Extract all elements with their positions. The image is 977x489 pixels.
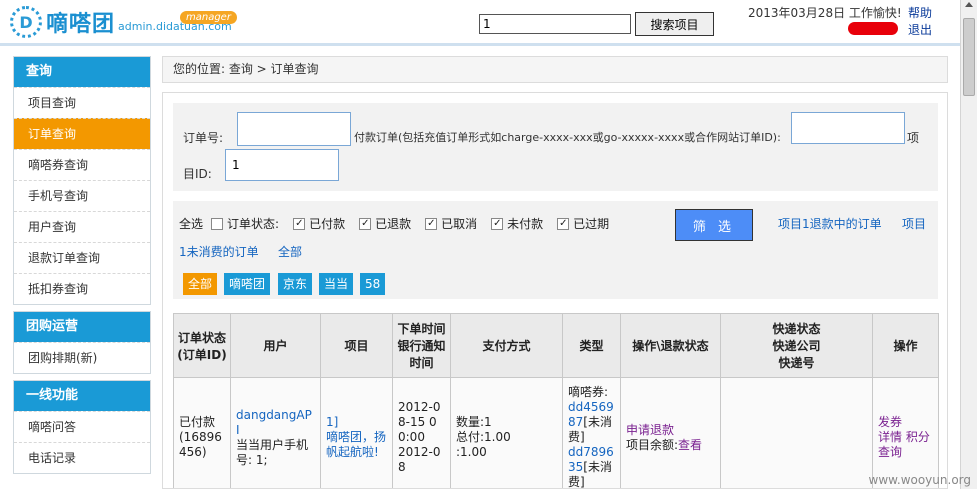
sidebar-item-coupon-query[interactable]: 嘀嗒券查询 [14, 149, 150, 180]
scroll-up-arrow-icon[interactable] [965, 2, 973, 7]
project-id-input[interactable] [225, 149, 339, 181]
sidebar-item-project-query[interactable]: 项目查询 [14, 87, 150, 118]
view-balance-link[interactable]: 查看 [678, 438, 702, 452]
col-user: 用户 [230, 313, 321, 378]
order-no-label: 订单号: [183, 131, 224, 145]
cell-refund: 申请退款 项目余额:查看 [620, 377, 721, 488]
balance-label: 项目余额: [626, 437, 679, 452]
issue-coupon-link[interactable]: 发券 [878, 415, 902, 429]
nav-heading-frontline: 一线功能 [14, 381, 150, 411]
cell-type: 嘀嗒券: dd456987[未消费] dd789635[未消费] [562, 377, 621, 488]
all-orders-link[interactable]: 全部 [278, 243, 302, 260]
col-type: 类型 [562, 313, 621, 378]
breadcrumb: 您的位置: 查询 > 订单查询 [162, 56, 948, 83]
nav-heading-operations: 团购运营 [14, 312, 150, 342]
header: D 嘀嗒团 admin.didatuan.com manager 搜索项目 20… [0, 0, 960, 46]
nav-group-frontline: 一线功能 嘀嗒问答 电话记录 [13, 380, 151, 474]
source-tab-all[interactable]: 全部 [183, 273, 218, 295]
col-time: 下单时间 银行通知 时间 [392, 313, 451, 378]
logout-link[interactable]: 退出 [908, 21, 932, 38]
project-link[interactable]: 项目 [902, 215, 926, 232]
logo[interactable]: D 嘀嗒团 [10, 6, 115, 38]
refunding-orders-link[interactable]: 项目1退款中的订单 [778, 215, 882, 232]
col-express: 快递状态 快递公司 快递号 [720, 313, 873, 378]
status-filter-box: 全选 订单状态: 已付款 已退款 已取消 未付款 已过期 筛 选 项目1退款中的… [173, 201, 938, 263]
col-order-status: 订单状态 (订单ID) [173, 313, 231, 378]
logo-name: 嘀嗒团 [46, 12, 116, 37]
table-header-row: 订单状态 (订单ID) 用户 项目 下单时间 银行通知 时间 支付方式 类型 操… [173, 313, 939, 378]
watermark: www.wooyun.org [868, 473, 971, 487]
cell-time: 2012-08-15 00:00 2012-08 [392, 377, 451, 488]
status-option-cancelled[interactable]: 已取消 [425, 215, 477, 232]
user-text: 当当用户手机号: 1; [236, 437, 309, 467]
sidebar-item-voucher-query[interactable]: 抵扣券查询 [14, 273, 150, 304]
checkbox-expired[interactable] [557, 217, 570, 230]
status-option-expired[interactable]: 已过期 [557, 215, 609, 232]
checkbox-unpaid[interactable] [491, 217, 504, 230]
sidebar-item-user-query[interactable]: 用户查询 [14, 211, 150, 242]
source-tab-58[interactable]: 58 [360, 273, 386, 295]
sidebar-item-call-log[interactable]: 电话记录 [14, 442, 150, 473]
table-row: 已付款 (16896456) dangdangAPI 当当用户手机号: 1; 1… [173, 377, 939, 488]
col-project: 项目 [320, 313, 393, 378]
scroll-thumb[interactable] [963, 18, 975, 96]
col-refund-status: 操作\退款状态 [620, 313, 721, 378]
sidebar-item-order-query[interactable]: 订单查询 [14, 118, 150, 149]
checkbox-refunded[interactable] [359, 217, 372, 230]
filter-button[interactable]: 筛 选 [675, 209, 753, 241]
order-no-input[interactable] [237, 112, 351, 146]
redacted-username [848, 22, 898, 35]
points-link[interactable]: 积分 [906, 430, 930, 444]
sidebar-item-qa[interactable]: 嘀嗒问答 [14, 411, 150, 442]
source-tabs: 全部 嘀嗒团 京东 当当 58 [173, 263, 938, 299]
details-link[interactable]: 详情 [878, 430, 902, 444]
cell-project: 1] 嘀嗒团，扬帆起航啦! [320, 377, 393, 488]
sidebar: 查询 项目查询 订单查询 嘀嗒券查询 手机号查询 用户查询 退款订单查询 抵扣券… [13, 56, 151, 480]
checkbox-cancelled[interactable] [425, 217, 438, 230]
project-title-link[interactable]: 1] 嘀嗒团，扬帆起航啦! [326, 415, 386, 459]
manager-badge: manager [180, 11, 237, 24]
date-greeting: 2013年03月28日 工作愉快! [748, 6, 902, 20]
project-label: 项 [907, 131, 920, 145]
col-operation: 操作 [872, 313, 939, 378]
source-tab-dangdang[interactable]: 当当 [319, 273, 354, 295]
search-project-button[interactable]: 搜索项目 [635, 12, 714, 36]
checkbox-paid[interactable] [293, 217, 306, 230]
orders-table: 订单状态 (订单ID) 用户 项目 下单时间 银行通知 时间 支付方式 类型 操… [173, 313, 939, 488]
col-payment: 支付方式 [450, 313, 563, 378]
help-link[interactable]: 帮助 [908, 4, 932, 21]
select-all-label[interactable]: 全选 [179, 215, 203, 232]
vertical-scrollbar[interactable] [960, 0, 977, 489]
nav-heading-query: 查询 [14, 57, 150, 87]
nav-group-operations: 团购运营 团购排期(新) [13, 311, 151, 374]
unconsumed-orders-link[interactable]: 1未消费的订单 [179, 243, 259, 260]
source-tab-didatuan[interactable]: 嘀嗒团 [224, 273, 271, 295]
checkbox-order-status[interactable] [211, 217, 224, 230]
status-option-paid[interactable]: 已付款 [293, 215, 345, 232]
project-id-label: 目ID: [183, 167, 212, 181]
logo-mark-icon: D [10, 6, 42, 38]
apply-refund-link[interactable]: 申请退款 [626, 423, 674, 437]
cell-status: 已付款 (16896456) [173, 377, 231, 488]
type-label: 嘀嗒券: [568, 385, 609, 399]
search-filter-box: 订单号: 付款订单(包括充值订单形式如charge-xxxx-xxx或go-xx… [173, 103, 938, 191]
user-link[interactable]: dangdangAPI [236, 408, 312, 437]
status-option-order[interactable]: 订单状态: [211, 215, 279, 232]
sidebar-item-refund-query[interactable]: 退款订单查询 [14, 242, 150, 273]
nav-group-query: 查询 项目查询 订单查询 嘀嗒券查询 手机号查询 用户查询 退款订单查询 抵扣券… [13, 56, 151, 305]
sidebar-item-phone-query[interactable]: 手机号查询 [14, 180, 150, 211]
project-search-input[interactable] [479, 14, 631, 34]
pay-order-label: 付款订单(包括充值订单形式如charge-xxxx-xxx或go-xxxxx-x… [354, 131, 781, 144]
status-option-unpaid[interactable]: 未付款 [491, 215, 543, 232]
status-option-refunded[interactable]: 已退款 [359, 215, 411, 232]
cell-user: dangdangAPI 当当用户手机号: 1; [230, 377, 321, 488]
source-tab-jd[interactable]: 京东 [278, 273, 313, 295]
status-checkbox-row: 全选 订单状态: 已付款 已退款 已取消 未付款 已过期 [179, 215, 623, 232]
pay-order-input[interactable] [791, 112, 905, 144]
main-panel: 订单号: 付款订单(包括充值订单形式如charge-xxxx-xxx或go-xx… [162, 92, 948, 489]
cell-payment: 数量:1 总付:1.00 :1.00 [450, 377, 563, 488]
query-link[interactable]: 查询 [878, 445, 902, 459]
sidebar-item-schedule[interactable]: 团购排期(新) [14, 342, 150, 373]
cell-express [720, 377, 873, 488]
